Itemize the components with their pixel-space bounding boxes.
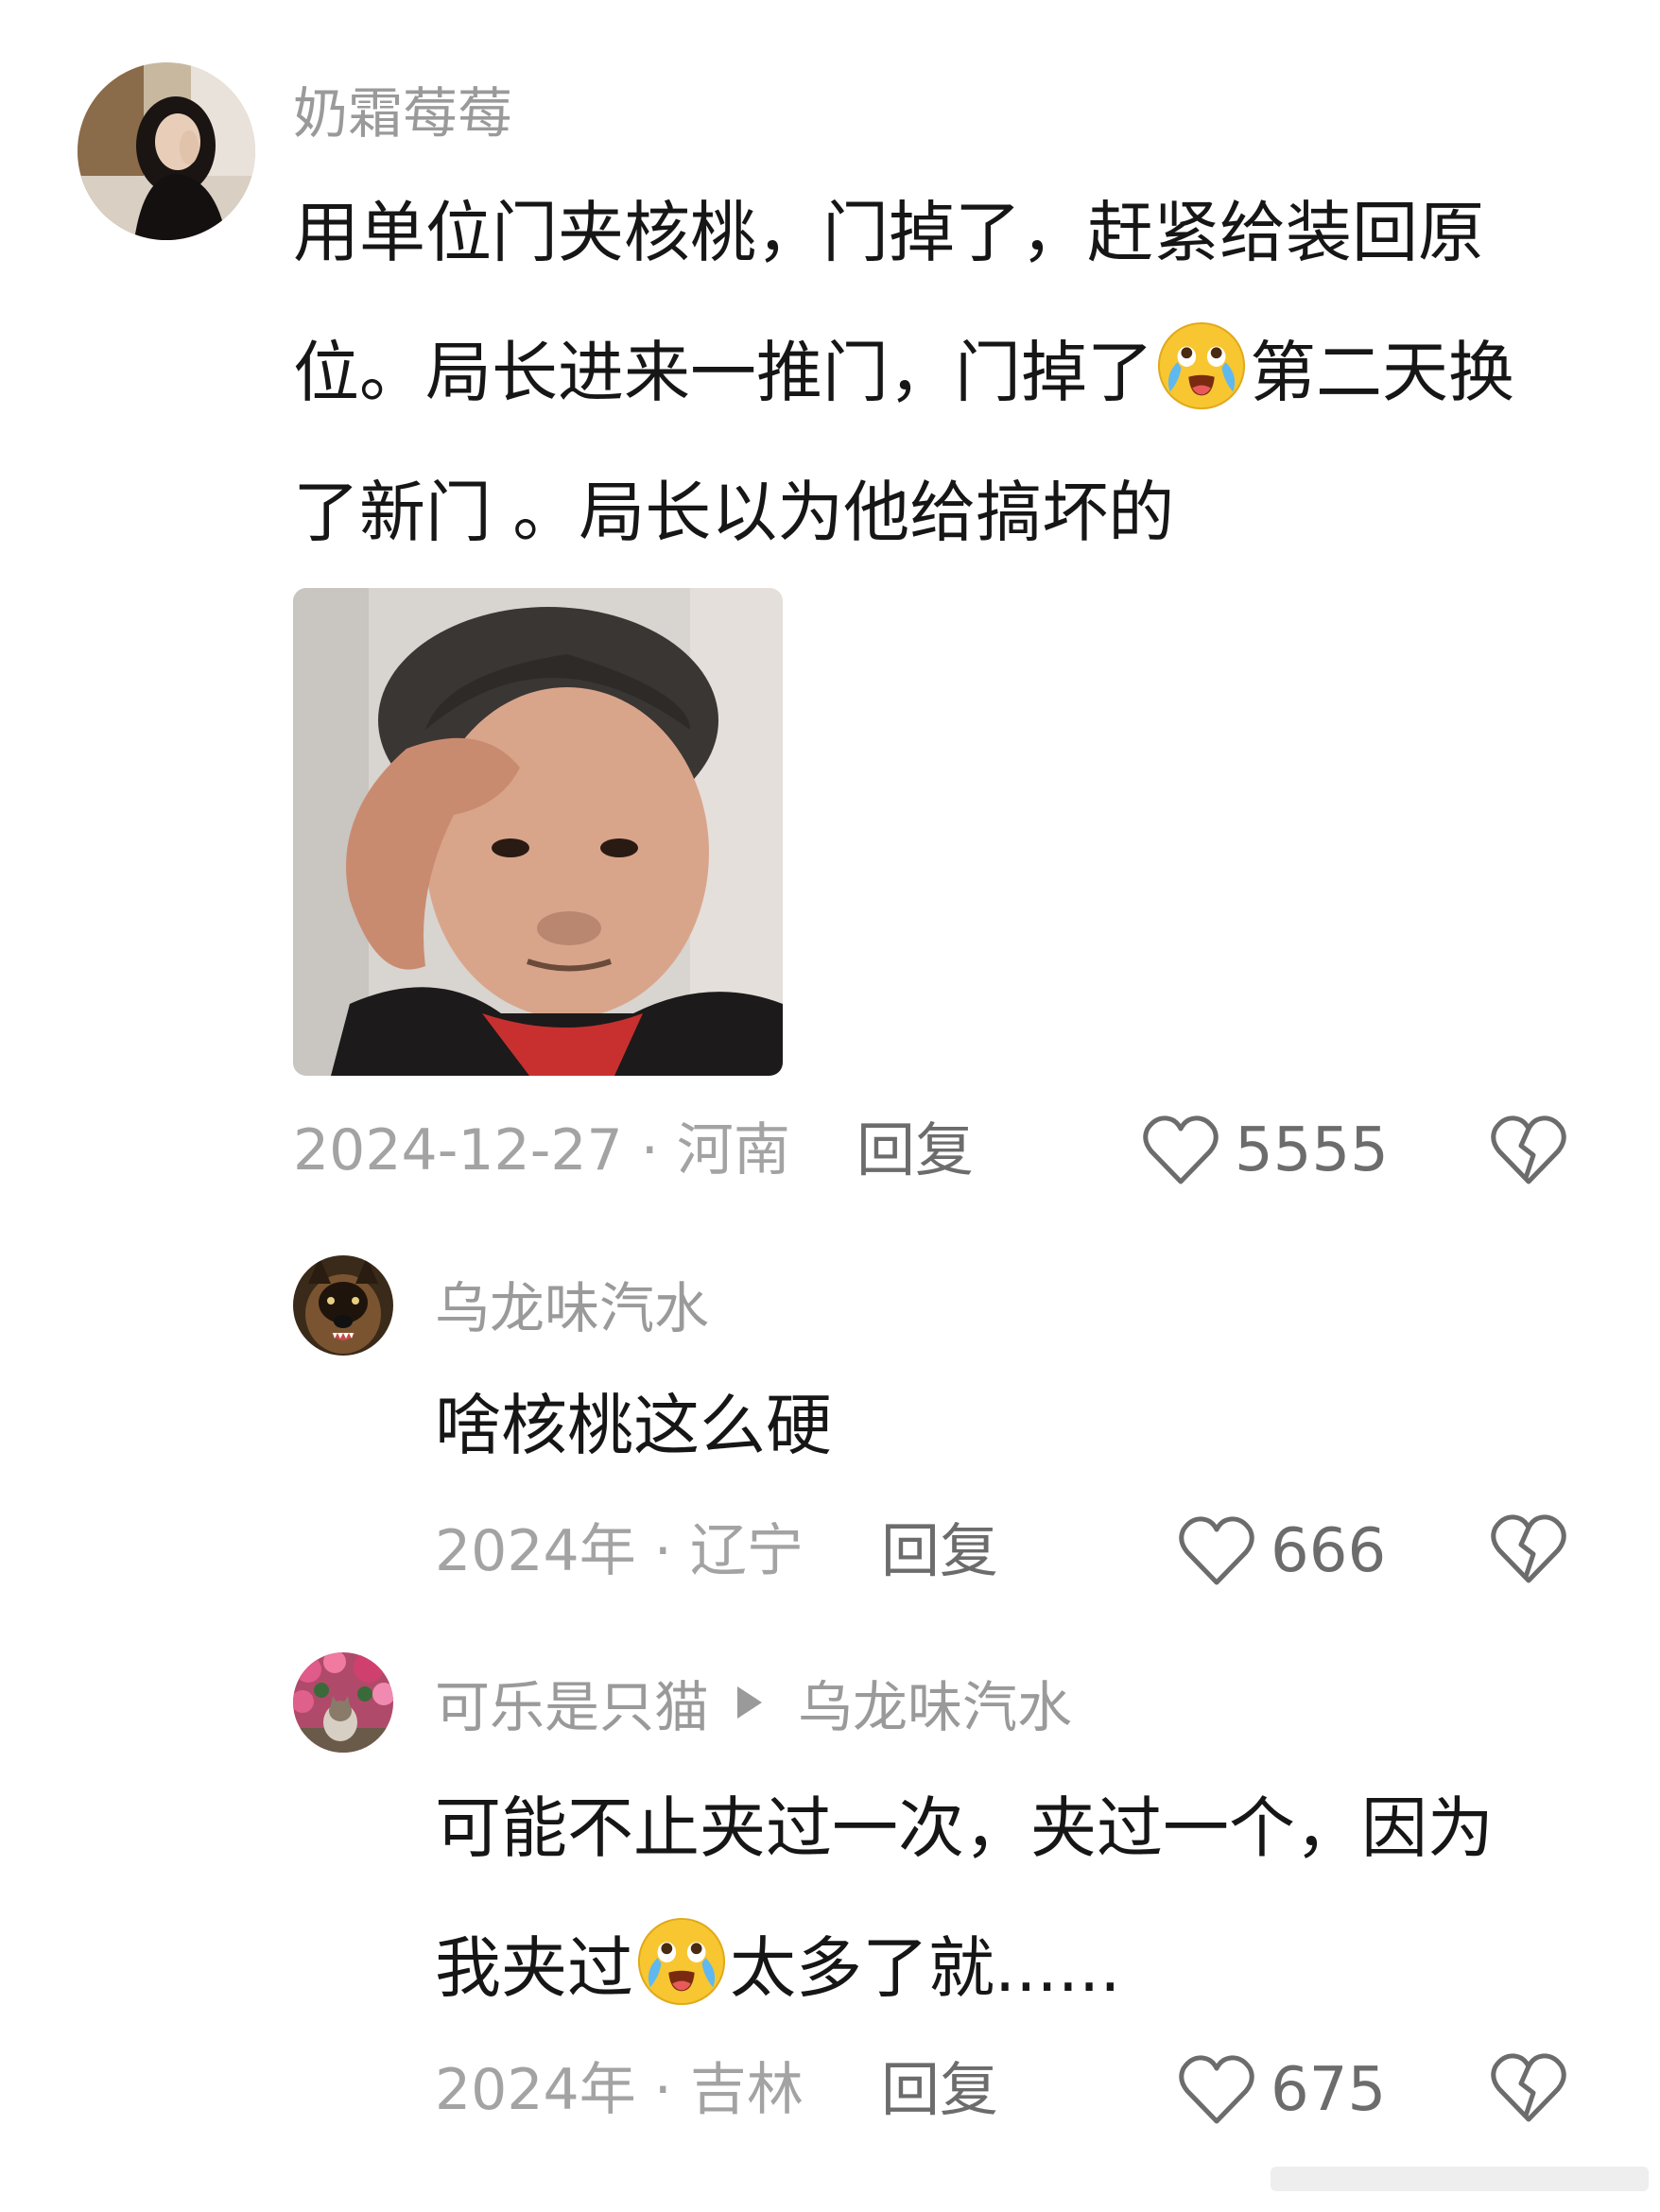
comment-line: 可能不止夹过一次，夹过一个，因为 (435, 1789, 1494, 1867)
watermark-graphic (1271, 2167, 1649, 2191)
man-scratching-head-photo (293, 588, 783, 1076)
comment-username[interactable]: 可乐是只猫 (435, 1675, 709, 1739)
reply-to-username[interactable]: 乌龙味汽水 (798, 1675, 1072, 1739)
avatar-keleshizhimao[interactable] (293, 1652, 393, 1753)
comment-line-segment: 太多了就...... (730, 1929, 1121, 2007)
comment-body: 啥核桃这么硬 (435, 1356, 832, 1495)
meta-separator: · (635, 2057, 690, 2123)
comment-line: 位。局长进来一推门，门掉了 第二天换 (293, 302, 1514, 442)
comment-body: 可能不止夹过一次，夹过一个，因为 我夹过 太多了就...... (435, 1758, 1494, 2038)
comment-body: 用单位门夹核桃，门掉了，赶紧给装回原 位。局长进来一推门，门掉了 第二天换 了新… (293, 163, 1514, 582)
comment-date: 2024年 (435, 1518, 636, 1584)
meta-separator: · (622, 1117, 677, 1184)
comment-date: 2024-12-27 (293, 1117, 623, 1184)
comment-date: 2024年 (435, 2057, 636, 2123)
reply-button[interactable]: 回复 (881, 1509, 998, 1594)
like-count: 5555 (1235, 1115, 1389, 1185)
like-count: 666 (1271, 1516, 1387, 1586)
comment-username[interactable]: 奶霜莓莓 (293, 76, 512, 151)
comment-line: 我夹过 太多了就...... (435, 1898, 1494, 2038)
reply-button[interactable]: 回复 (881, 2048, 998, 2133)
crying-laughing-emoji-icon (1155, 320, 1248, 412)
crying-laughing-emoji-icon (635, 1915, 728, 2008)
avatar-wulongweiqishui[interactable] (293, 1255, 393, 1356)
comment-line-segment: 位。局长进来一推门，门掉了 (293, 334, 1153, 411)
reply-button[interactable]: 回复 (856, 1108, 974, 1193)
meta-separator: · (635, 1518, 690, 1584)
comment-line: 用单位门夹核桃，门掉了，赶紧给装回原 (293, 194, 1484, 271)
comment-line-segment: 第二天换 (1250, 334, 1514, 411)
broken-heart-icon[interactable] (1490, 2051, 1567, 2125)
like-button[interactable]: 666 (1178, 1509, 1386, 1594)
comment-image[interactable] (293, 588, 783, 1076)
comment-username-row: 可乐是只猫 乌龙味汽水 (435, 1669, 1072, 1745)
dog-avatar-photo (293, 1255, 393, 1356)
comment-meta: 2024年 · 辽宁 (435, 1509, 804, 1594)
avatar-photo (78, 62, 255, 240)
comment-thread: 奶霜莓莓 用单位门夹核桃，门掉了，赶紧给装回原 位。局长进来一推门，门掉了 第二… (0, 0, 1660, 2212)
play-triangle-icon (737, 1686, 763, 1719)
broken-heart-icon[interactable] (1490, 1114, 1567, 1187)
comment-line-segment: 我夹过 (435, 1929, 633, 2007)
avatar-naishuangmeimei[interactable] (78, 62, 255, 240)
comment-username[interactable]: 乌龙味汽水 (435, 1270, 709, 1346)
heart-outline-icon (1179, 1516, 1254, 1585)
comment-location: 河南 (676, 1117, 790, 1184)
cat-flowers-avatar-photo (293, 1652, 393, 1753)
comment-meta: 2024年 · 吉林 (435, 2048, 804, 2133)
heart-outline-icon (1143, 1115, 1219, 1184)
like-count: 675 (1271, 2055, 1387, 2125)
heart-outline-icon (1179, 2055, 1254, 2124)
broken-heart-icon[interactable] (1490, 1512, 1567, 1586)
like-button[interactable]: 5555 (1142, 1108, 1389, 1193)
comment-location: 吉林 (689, 2057, 804, 2123)
comment-line: 啥核桃这么硬 (435, 1387, 832, 1464)
like-button[interactable]: 675 (1178, 2048, 1386, 2133)
comment-meta: 2024-12-27 · 河南 (293, 1108, 790, 1193)
comment-location: 辽宁 (689, 1518, 804, 1584)
comment-line: 了新门 。局长以为他给搞坏的 (293, 474, 1175, 551)
